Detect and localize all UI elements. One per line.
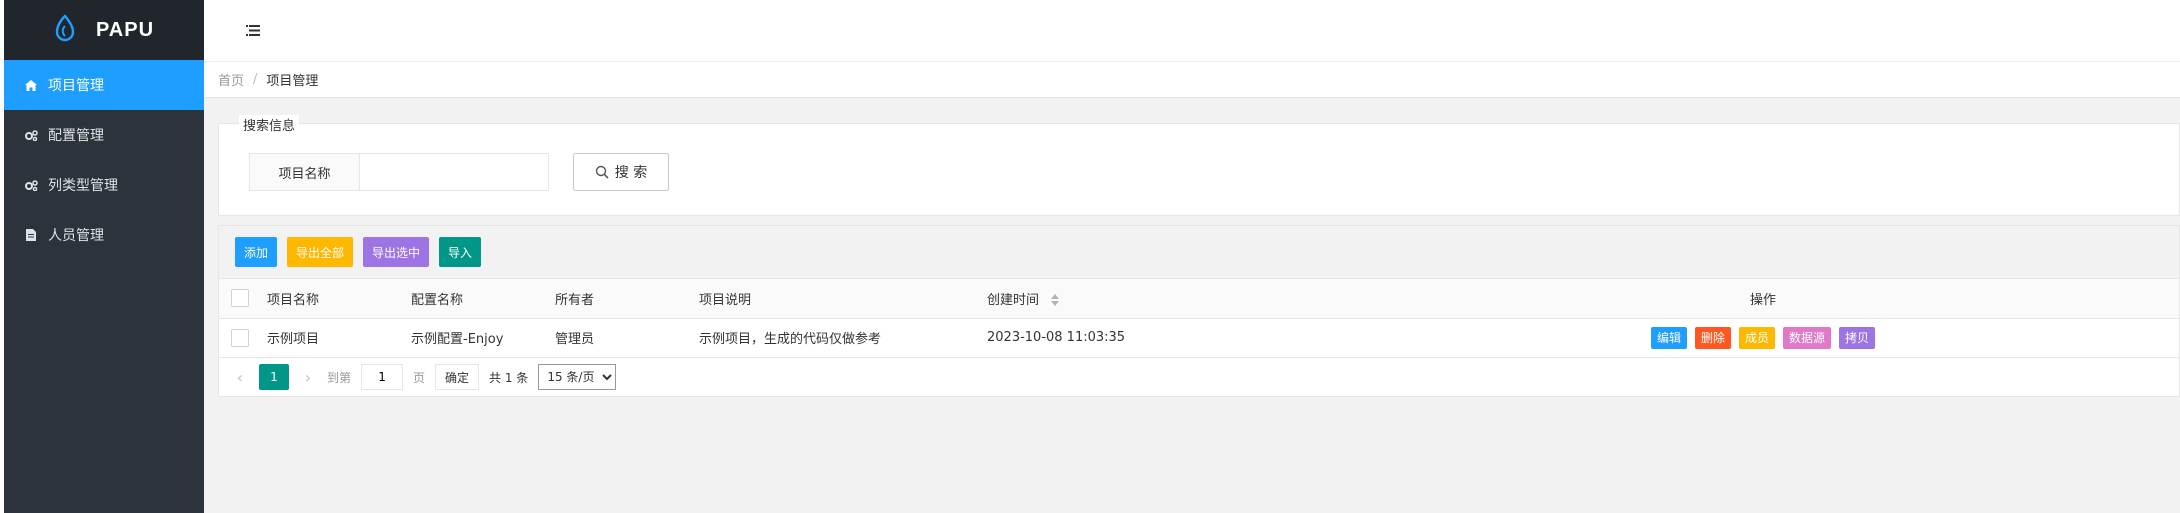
- column-owner: 所有者: [555, 279, 699, 319]
- sidebar-item-label: 列类型管理: [48, 178, 118, 194]
- sidebar-item-config[interactable]: 配置管理: [4, 110, 204, 160]
- pagination: ‹ 1 › 到第 页 确定 共 1 条 15 条/页: [219, 358, 2179, 397]
- total-count: 共 1 条: [489, 370, 529, 385]
- top-bar: [204, 0, 2180, 62]
- delete-button[interactable]: 删除: [1694, 326, 1731, 349]
- column-description: 项目说明: [699, 279, 987, 319]
- table-panel: 添加 导出全部 导出选中 导入 项目名称 配置名称 所有者 项目说明 创建时间: [218, 225, 2180, 397]
- goto-page-input[interactable]: [361, 364, 404, 390]
- datasource-button[interactable]: 数据源: [1783, 326, 1832, 349]
- cell-project-name: 示例项目: [267, 318, 411, 358]
- column-created-time-label: 创建时间: [987, 292, 1040, 308]
- breadcrumb: 首页 / 项目管理: [204, 62, 2180, 98]
- file-icon: [24, 228, 38, 242]
- breadcrumb-current: 项目管理: [266, 74, 319, 89]
- page-size-select[interactable]: 15 条/页: [538, 364, 617, 390]
- main-content: 首页 / 项目管理 搜索信息 项目名称 搜 索 添加 导出全部 导出选中 导入: [204, 0, 2180, 513]
- export-all-button[interactable]: 导出全部: [287, 237, 354, 267]
- import-button[interactable]: 导入: [439, 237, 482, 267]
- goto-label: 到第: [327, 370, 352, 385]
- cell-description: 示例项目，生成的代码仅做参考: [699, 318, 987, 358]
- sidebar-item-label: 配置管理: [48, 128, 104, 144]
- cell-actions: 编辑 删除 成员 数据源 拷贝: [1347, 318, 2179, 358]
- sidebar-item-label: 人员管理: [48, 228, 104, 244]
- column-project-name: 项目名称: [267, 279, 411, 319]
- project-name-label: 项目名称: [249, 153, 359, 191]
- select-all-checkbox[interactable]: [231, 289, 249, 308]
- search-panel: 搜索信息 项目名称 搜 索: [218, 115, 2180, 216]
- sidebar-item-users[interactable]: 人员管理: [4, 210, 204, 260]
- table-toolbar: 添加 导出全部 导出选中 导入: [219, 226, 2179, 279]
- column-actions: 操作: [1347, 279, 2179, 319]
- goto-confirm-button[interactable]: 确定: [435, 364, 480, 390]
- sort-icon[interactable]: [1051, 294, 1060, 307]
- sidebar: PAPU 项目管理 配置管理 列类型管理 人员管理: [4, 0, 204, 513]
- select-all-cell: [219, 279, 267, 319]
- project-table: 项目名称 配置名称 所有者 项目说明 创建时间 操作 示例项目 示例配置-Enj…: [219, 279, 2179, 358]
- table-header-row: 项目名称 配置名称 所有者 项目说明 创建时间 操作: [219, 279, 2179, 319]
- gears-icon: [24, 178, 38, 192]
- row-checkbox[interactable]: [231, 328, 249, 347]
- gears-icon: [24, 128, 38, 142]
- row-select-cell: [219, 318, 267, 358]
- breadcrumb-home[interactable]: 首页: [218, 70, 244, 89]
- search-legend: 搜索信息: [239, 115, 300, 134]
- row-actions: 编辑 删除 成员 数据源 拷贝: [1347, 326, 2179, 349]
- table-row: 示例项目 示例配置-Enjoy 管理员 示例项目，生成的代码仅做参考 2023-…: [219, 318, 2179, 358]
- project-name-input[interactable]: [359, 153, 549, 191]
- export-selected-button[interactable]: 导出选中: [363, 237, 430, 267]
- logo-icon: [54, 14, 76, 46]
- brand-name: PAPU: [95, 18, 155, 41]
- copy-button[interactable]: 拷贝: [1839, 326, 1876, 349]
- search-row: 项目名称 搜 索: [249, 153, 669, 191]
- menu-toggle-icon[interactable]: [246, 25, 260, 36]
- current-page[interactable]: 1: [259, 364, 289, 390]
- sidebar-item-project[interactable]: 项目管理: [4, 60, 204, 110]
- sidebar-item-label: 项目管理: [48, 78, 104, 94]
- search-button[interactable]: 搜 索: [573, 153, 669, 191]
- search-button-label: 搜 索: [614, 165, 648, 181]
- prev-page-icon[interactable]: ‹: [231, 368, 249, 387]
- page-unit-label: 页: [413, 370, 426, 385]
- edit-button[interactable]: 编辑: [1650, 326, 1687, 349]
- cell-created-time: 2023-10-08 11:03:35: [987, 318, 1347, 358]
- column-created-time[interactable]: 创建时间: [987, 279, 1347, 319]
- sidebar-item-column-type[interactable]: 列类型管理: [4, 160, 204, 210]
- members-button[interactable]: 成员: [1738, 326, 1775, 349]
- add-button[interactable]: 添加: [235, 237, 278, 267]
- home-icon: [24, 78, 38, 92]
- cell-owner: 管理员: [555, 318, 699, 358]
- next-page-icon[interactable]: ›: [299, 368, 317, 387]
- column-config-name: 配置名称: [411, 279, 555, 319]
- cell-config-name: 示例配置-Enjoy: [411, 318, 555, 358]
- breadcrumb-separator: /: [253, 72, 258, 87]
- logo: PAPU: [4, 0, 204, 60]
- search-icon: [595, 165, 609, 179]
